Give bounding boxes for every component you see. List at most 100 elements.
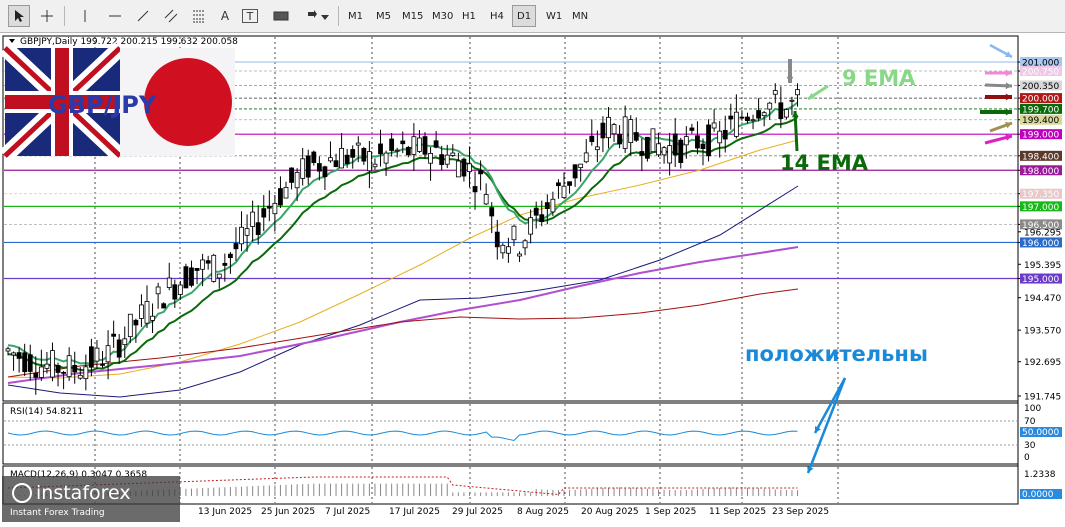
macd-arrow-icon-shaft: [806, 377, 847, 474]
candle-body: [578, 163, 584, 169]
candle: [717, 121, 723, 158]
candle-body: [517, 253, 522, 257]
macd-tag-label: 0.0000: [1022, 490, 1054, 500]
price-tag-label: 200.750: [1022, 68, 1059, 78]
candle: [233, 227, 239, 262]
price-tick-label: 192.695: [1024, 358, 1061, 368]
text-label-icon[interactable]: A: [214, 5, 236, 27]
time-axis-label: 20 Aug 2025: [581, 507, 639, 517]
candle: [289, 167, 294, 190]
candle-body: [650, 128, 656, 153]
candle-body: [711, 122, 717, 129]
candle-body: [305, 155, 311, 178]
fibonacci-icon[interactable]: [188, 5, 210, 27]
price-tag-label: 200.000: [1022, 95, 1059, 105]
timeframe-m15-button[interactable]: M15: [398, 5, 427, 27]
rsi-label: RSI(14) 54.8211: [10, 407, 83, 417]
candle-body: [795, 89, 800, 96]
trendline-icon[interactable]: [132, 5, 154, 27]
candle-body: [122, 338, 128, 346]
candle-body: [194, 268, 200, 271]
candle-body: [556, 182, 561, 187]
candle: [411, 123, 417, 172]
candle-body: [606, 116, 611, 139]
cursor-icon[interactable]: [8, 5, 30, 27]
candle: [767, 101, 773, 120]
candle: [561, 172, 567, 199]
candle: [695, 121, 700, 155]
candle: [11, 351, 16, 371]
vertical-line-icon[interactable]: [74, 5, 96, 27]
right-arrow-green-icon: [980, 108, 1012, 116]
candle: [528, 209, 534, 244]
horizontal-line-icon[interactable]: [104, 5, 126, 27]
candle: [139, 294, 144, 327]
macd-arrow-icon: [806, 377, 847, 474]
candle: [711, 109, 717, 132]
candle: [772, 83, 778, 104]
time-axis-label: 1 Sep 2025: [645, 507, 696, 517]
ema9-arrow-icon: [807, 84, 829, 101]
candle: [778, 86, 784, 129]
candle: [522, 238, 528, 256]
arrows-icon[interactable]: [304, 5, 330, 27]
candle-body: [116, 339, 122, 358]
candle-body: [622, 116, 628, 149]
candle: [628, 115, 634, 156]
candle: [194, 268, 200, 285]
candle-body: [784, 109, 789, 118]
candle-body: [722, 129, 728, 140]
candle-body: [561, 185, 567, 198]
flag-title: GBP/JPY: [48, 91, 157, 119]
chart-header: GBPJPY,Daily 199.722 200.215 199.632 200…: [20, 37, 238, 47]
timeframe-w1-button[interactable]: W1: [542, 5, 566, 27]
candle: [428, 147, 433, 181]
timeframe-m1-button[interactable]: M1: [344, 5, 367, 27]
candle: [366, 140, 372, 189]
candle: [661, 145, 667, 164]
timeframe-h1-button[interactable]: H1: [458, 5, 480, 27]
crosshair-icon[interactable]: [36, 5, 58, 27]
candle: [122, 326, 128, 358]
candle-body: [27, 354, 33, 372]
timeframe-h4-button[interactable]: H4: [486, 5, 508, 27]
candle-body: [233, 243, 239, 250]
chart-area[interactable]: 201.000 200.750 200.350 200.000 199.700 199.4…: [0, 33, 1065, 524]
timeframe-m5-button[interactable]: M5: [372, 5, 395, 27]
channel-icon[interactable]: [160, 5, 182, 27]
candle-body: [728, 115, 734, 120]
candle-body: [672, 133, 678, 156]
price-tag-label: 199.400: [1022, 116, 1059, 126]
candle-body: [250, 211, 256, 227]
watermark-tagline: Instant Forex Trading: [10, 508, 105, 518]
candle-body: [283, 187, 289, 199]
candle-body: [683, 136, 689, 146]
toolbar: A T M1 M5 M15 M30 H1 H4 D1 W1 MN: [0, 0, 1065, 33]
time-axis-label: 8 Aug 2025: [517, 507, 569, 517]
timeframe-d1-button[interactable]: D1: [512, 5, 537, 27]
candle: [44, 351, 50, 374]
candle-body: [733, 111, 739, 137]
candle: [300, 148, 306, 186]
candle: [383, 150, 389, 176]
candle: [645, 136, 650, 162]
candle-body: [5, 348, 11, 352]
candle: [706, 119, 711, 162]
candle: [161, 302, 167, 309]
timeframe-mn-button[interactable]: MN: [568, 5, 592, 27]
text-box-icon[interactable]: T: [242, 9, 258, 23]
candle-body: [50, 350, 55, 378]
price-chart[interactable]: 201.000200.750200.350200.000199.700199.4…: [0, 33, 1065, 524]
timeframe-m30-button[interactable]: M30: [428, 5, 457, 27]
candle: [311, 150, 317, 166]
right-arrow-blue-icon: [989, 43, 1013, 59]
candle-body: [617, 134, 622, 145]
rectangle-icon[interactable]: [270, 5, 292, 27]
right-arrow-red-icon: [985, 93, 1012, 101]
price-tag-label: 198.400: [1022, 152, 1059, 162]
ma-navy-line: [7, 185, 799, 398]
ema9-annotation: 9 EMA: [842, 66, 916, 90]
candle: [339, 133, 345, 169]
candle-body: [222, 262, 228, 266]
price-tick-label: 194.470: [1024, 294, 1061, 304]
